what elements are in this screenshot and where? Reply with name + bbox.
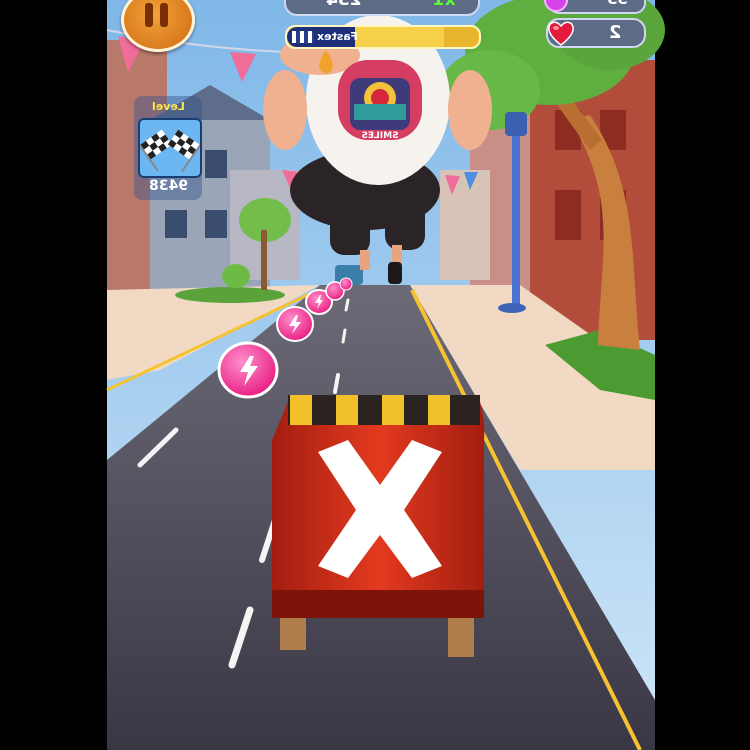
boss-progress-bar: Fastex (285, 25, 481, 49)
lightning-pickup (276, 306, 314, 342)
boss-tag: Fastex (287, 27, 358, 47)
level-label: Level (151, 100, 185, 113)
barrier-obstacle (272, 395, 485, 657)
checkered-flags-icon (137, 129, 203, 172)
multiplier-value: x1 (433, 0, 456, 10)
lives-count: 2 (609, 22, 622, 43)
heart-icon (548, 21, 574, 46)
gem-counter: 53 (544, 0, 646, 14)
pause-icon (145, 3, 153, 27)
score-panel: 234 x1 (284, 0, 480, 16)
boss-name: Fastex (317, 30, 358, 43)
game-scene: SMILES (0, 0, 750, 750)
flag-icon (292, 31, 314, 43)
lightning-pickup (339, 277, 353, 291)
shirt-print: SMILES (338, 60, 422, 141)
score-value: 234 (326, 0, 362, 10)
lives-counter: 2 (546, 18, 646, 48)
lightning-pickup (217, 341, 279, 399)
shirt-print-text: SMILES (361, 131, 398, 141)
level-badge (137, 118, 203, 178)
level-card: Level 9438 (134, 96, 203, 200)
gem-count: 53 (607, 0, 628, 8)
level-value: 9438 (148, 178, 188, 194)
